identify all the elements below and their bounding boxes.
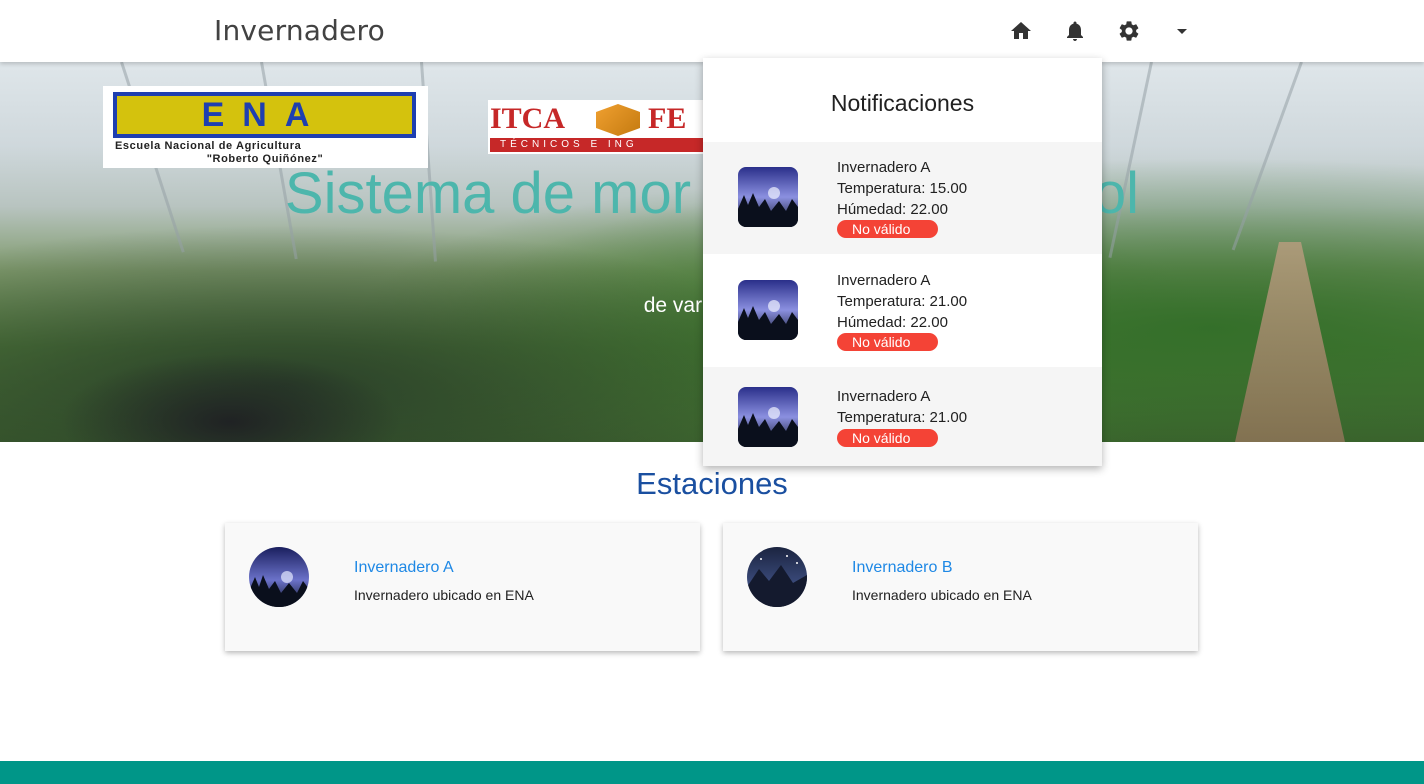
notifications-title: Notificaciones: [830, 90, 975, 116]
station-card[interactable]: Invernadero B Invernadero ubicado en ENA: [723, 523, 1198, 651]
notification-item[interactable]: Invernadero A Temperatura: 21.00 No váli…: [703, 367, 1102, 466]
station-name[interactable]: Invernadero B: [852, 559, 953, 577]
notification-temperature: Temperatura: 15.00: [837, 180, 968, 197]
status-badge: No válido: [837, 333, 938, 351]
notification-thumbnail: [738, 167, 798, 227]
notification-thumbnail: [738, 280, 798, 340]
station-card[interactable]: Invernadero A Invernadero ubicado en ENA: [225, 523, 700, 651]
people-group: [30, 342, 430, 442]
gear-icon[interactable]: [1117, 19, 1141, 43]
top-navbar: Invernadero: [0, 0, 1424, 62]
notification-item[interactable]: Invernadero A Temperatura: 15.00 Húmedad…: [703, 142, 1102, 254]
notification-station: Invernadero A: [837, 388, 931, 405]
status-badge: No válido: [837, 429, 938, 447]
ena-logo: ENA Escuela Nacional de Agricultura "Rob…: [103, 86, 428, 168]
app-title[interactable]: Invernadero: [214, 14, 385, 47]
notification-temperature: Temperatura: 21.00: [837, 293, 968, 310]
book-cube-icon: [596, 104, 640, 136]
caret-down-icon[interactable]: [1170, 19, 1194, 43]
notification-thumbnail: [738, 387, 798, 447]
greenhouse-path: [1235, 242, 1345, 442]
station-description: Invernadero ubicado en ENA: [852, 587, 1032, 603]
station-avatar: [747, 547, 807, 607]
notification-humidity: Húmedad: 22.00: [837, 201, 948, 218]
notification-item[interactable]: Invernadero A Temperatura: 21.00 Húmedad…: [703, 255, 1102, 367]
station-description: Invernadero ubicado en ENA: [354, 587, 534, 603]
station-avatar: [249, 547, 309, 607]
notification-station: Invernadero A: [837, 272, 931, 289]
home-icon[interactable]: [1009, 19, 1033, 43]
section-title: Estaciones: [636, 466, 788, 501]
itca-fepade-logo: ITCA FE TÉCNICOS E ING: [488, 100, 728, 154]
notification-humidity: Húmedad: 22.00: [837, 314, 948, 331]
status-badge: No válido: [837, 220, 938, 238]
notification-station: Invernadero A: [837, 159, 931, 176]
station-name[interactable]: Invernadero A: [354, 559, 454, 577]
notifications-dropdown: Notificaciones Invernadero A Temperatura…: [703, 58, 1102, 466]
bell-icon[interactable]: [1063, 19, 1087, 43]
footer-bar: [0, 761, 1424, 784]
notification-temperature: Temperatura: 21.00: [837, 409, 968, 426]
